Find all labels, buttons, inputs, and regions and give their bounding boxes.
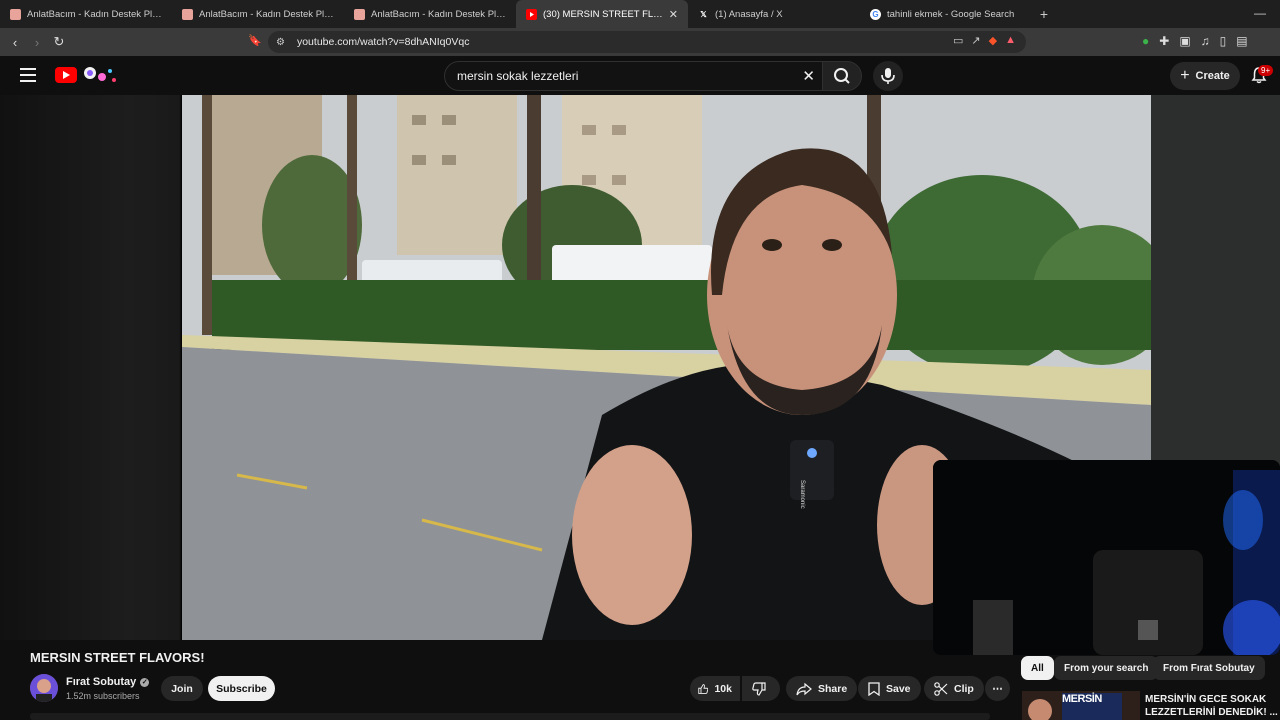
scissors-icon	[934, 681, 948, 696]
browser-tab-active[interactable]: (30) MERSIN STREET FLAVORS! - ✕	[516, 0, 688, 28]
tab-label: AnlatBacım - Kadın Destek Platformu	[27, 8, 162, 20]
search-icon	[834, 68, 850, 84]
tab-close-icon[interactable]: ✕	[669, 8, 678, 21]
back-icon[interactable]: ‹	[4, 35, 26, 50]
notification-badge: 9+	[1258, 65, 1274, 76]
search-box[interactable]: ✕	[444, 61, 824, 91]
youtube-icon	[526, 8, 537, 20]
x-icon: 𝕏	[700, 9, 707, 19]
picture-in-picture[interactable]	[933, 460, 1280, 655]
tab-label: tahinli ekmek - Google Search	[887, 8, 1015, 20]
subscribe-button[interactable]: Subscribe	[208, 676, 275, 701]
save-button[interactable]: Save	[858, 676, 921, 701]
anlatbacim-icon	[354, 8, 365, 20]
recommendation-title[interactable]: MERSİN'İN GECE SOKAK LEZZETLERİNİ DENEDİ…	[1145, 693, 1280, 719]
save-icon	[868, 681, 880, 696]
pip-frame	[933, 460, 1280, 655]
address-url[interactable]: youtube.com/watch?v=8dhANIq0Vqc	[297, 36, 469, 48]
save-label: Save	[886, 682, 911, 695]
reload-icon[interactable]: ↻	[48, 34, 70, 50]
tab-label: (1) Anasayfa / X	[715, 8, 783, 20]
join-button[interactable]: Join	[161, 676, 203, 701]
browser-nav-bar: ‹ › ↻ 🔖 ⚙ youtube.com/watch?v=8dhANIq0Vq…	[0, 28, 1280, 56]
clear-search-icon[interactable]: ✕	[802, 67, 815, 85]
channel-avatar[interactable]	[30, 674, 58, 702]
search-button[interactable]	[822, 61, 862, 91]
music-icon[interactable]: ♫	[1201, 34, 1210, 48]
tab-label: (30) MERSIN STREET FLAVORS! -	[543, 8, 663, 20]
verified-icon: ✓	[140, 677, 150, 687]
channel-name[interactable]: Fırat Sobutay ✓	[66, 676, 150, 688]
browser-tab[interactable]: 𝕏 (1) Anasayfa / X	[688, 0, 860, 28]
recommendation-thumbnail[interactable]: MERSİN	[1022, 691, 1140, 720]
forward-icon[interactable]: ›	[26, 35, 48, 50]
anlatbacim-icon	[182, 8, 193, 20]
video-title: MERSIN STREET FLAVORS!	[30, 650, 205, 665]
dislike-button[interactable]	[742, 676, 780, 701]
wallet-icon[interactable]: ▣	[1179, 34, 1190, 48]
cast-icon[interactable]: ▭	[953, 34, 963, 47]
chip-all[interactable]: All	[1021, 656, 1054, 680]
youtube-header: ✕ + Create 9+	[0, 56, 1280, 95]
chip-from-your-search[interactable]: From your search	[1054, 656, 1159, 680]
more-actions-button[interactable]: ⋯	[985, 676, 1010, 701]
share-button[interactable]: Share	[786, 676, 858, 701]
voice-search-button[interactable]	[873, 61, 903, 91]
puzzle-icon[interactable]: ✚	[1159, 34, 1169, 48]
browser-tab[interactable]: AnlatBacım - Kadın Destek Platformu	[344, 0, 516, 28]
browser-tab-bar: AnlatBacım - Kadın Destek Platformu Anla…	[0, 0, 1280, 28]
browser-tab[interactable]: AnlatBacım - Kadın Destek Platformu	[0, 0, 172, 28]
anlatbacim-icon	[10, 8, 21, 20]
browser-tab[interactable]: AnlatBacım - Kadın Destek Platformu	[172, 0, 344, 28]
tab-label: AnlatBacım - Kadın Destek Platformu	[199, 8, 334, 20]
brave-shield-icon[interactable]: ◆	[989, 34, 997, 47]
subscriber-count: 1.52m subscribers	[66, 691, 140, 701]
extension-icon[interactable]: ●	[1142, 34, 1149, 48]
like-button[interactable]: 10k	[690, 676, 740, 701]
thumbs-up-icon	[698, 683, 709, 694]
description-panel[interactable]	[30, 713, 990, 720]
browser-tab[interactable]: G tahinli ekmek - Google Search	[860, 0, 1032, 28]
like-count: 10k	[714, 682, 732, 695]
new-tab-icon[interactable]: +	[1032, 6, 1056, 22]
sidebar-toggle-icon[interactable]: ▯	[1220, 34, 1227, 48]
clip-button[interactable]: Clip	[924, 676, 984, 701]
menu-icon[interactable]	[20, 68, 36, 82]
share-icon	[796, 682, 812, 695]
more-icon: ⋯	[992, 682, 1003, 695]
clip-label: Clip	[954, 682, 974, 695]
microphone-icon	[881, 68, 895, 84]
create-button[interactable]: + Create	[1170, 62, 1240, 90]
extensions-bar: ● ✚ ▣ ♫ ▯ ▤	[1142, 34, 1248, 48]
mic-brand: Saramonic	[799, 480, 805, 509]
chip-from-channel[interactable]: From Fırat Sobutay	[1153, 656, 1265, 680]
thumbs-down-icon	[752, 681, 766, 696]
create-label: Create	[1195, 70, 1230, 82]
share-page-icon[interactable]: ↗	[971, 34, 980, 47]
google-icon: G	[870, 8, 881, 20]
doodle-icon[interactable]	[80, 65, 118, 85]
youtube-logo[interactable]	[55, 67, 77, 83]
site-settings-icon[interactable]: ⚙	[276, 37, 285, 48]
avatar-image	[30, 674, 58, 702]
wallet2-icon[interactable]: ▤	[1236, 34, 1247, 48]
channel-name-text[interactable]: Fırat Sobutay	[66, 676, 136, 688]
thumbnail-text: MERSİN	[1062, 693, 1102, 705]
bookmark-icon[interactable]: 🔖	[248, 34, 262, 47]
address-bar[interactable]: ⚙ youtube.com/watch?v=8dhANIq0Vqc ▭ ↗ ◆ …	[268, 31, 1026, 53]
brave-rewards-icon[interactable]: ▲	[1005, 34, 1016, 47]
search-input[interactable]	[457, 69, 787, 83]
tab-label: AnlatBacım - Kadın Destek Platformu	[371, 8, 506, 20]
share-label: Share	[818, 682, 848, 695]
plus-icon: +	[1180, 67, 1190, 84]
minimize-icon[interactable]: —	[1254, 6, 1266, 20]
